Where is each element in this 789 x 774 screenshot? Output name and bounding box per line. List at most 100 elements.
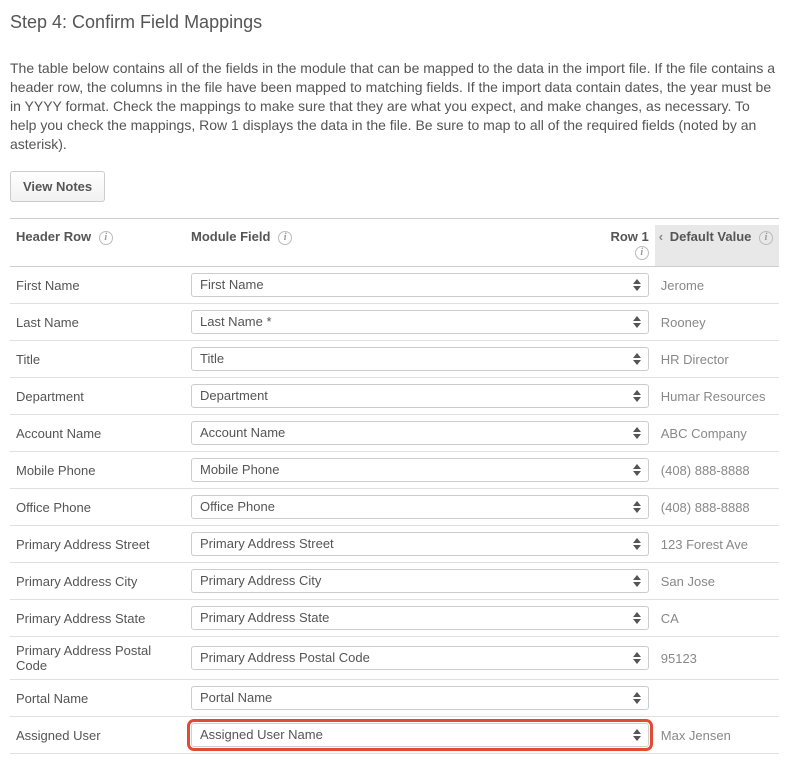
column-module-field-label: Module Field [191,229,270,244]
table-row: Account Name Account Name ABC Company [10,415,779,452]
header-row-value: Last Name [10,304,185,341]
row1-value: Jerome [655,267,779,304]
module-field-cell: Account Name [185,415,655,452]
stepper-icon [630,424,644,442]
stepper-icon [630,609,644,627]
table-row: Last Name Last Name * Rooney [10,304,779,341]
row1-value: Humar Resources [655,378,779,415]
stepper-icon [630,387,644,405]
module-field-select[interactable]: Assigned User Name [191,723,649,747]
row1-value: Rooney [655,304,779,341]
module-field-select[interactable]: First Name [191,273,649,297]
table-row: Portal Name Portal Name [10,680,779,717]
module-field-cell: Title [185,341,655,378]
table-header-row: Header Row i Module Field i Row 1 i ‹ De… [10,225,779,267]
header-row-value: Primary Address Postal Code [10,637,185,680]
divider [10,218,779,219]
chevron-left-icon: ‹ [659,229,663,244]
page-title: Step 4: Confirm Field Mappings [10,12,779,33]
row1-value: 123 Forest Ave [655,526,779,563]
column-header-row: Header Row i [10,225,185,267]
module-field-select-value: First Name [200,274,624,296]
stepper-icon [630,498,644,516]
module-field-select[interactable]: Office Phone [191,495,649,519]
module-field-select[interactable]: Title [191,347,649,371]
module-field-select[interactable]: Mobile Phone [191,458,649,482]
module-field-cell: Department [185,378,655,415]
table-row: Department Department Humar Resources [10,378,779,415]
view-notes-button[interactable]: View Notes [10,171,105,202]
intro-text: The table below contains all of the fiel… [10,59,779,153]
info-icon[interactable]: i [278,231,292,245]
row1-value: San Jose [655,563,779,600]
module-field-cell: Portal Name [185,680,655,717]
row1-value: HR Director [655,341,779,378]
module-field-select-value: Title [200,348,624,370]
header-row-value: Account Name [10,415,185,452]
header-row-value: Mobile Phone [10,452,185,489]
module-field-cell: Mobile Phone [185,452,655,489]
module-field-select-value: Mobile Phone [200,459,624,481]
table-row: Mobile PhoneMobile Phone(408) 888-8888 [10,452,779,489]
header-row-value: Office Phone [10,489,185,526]
header-row-value: Primary Address State [10,600,185,637]
table-row: First Name First Name Jerome [10,267,779,304]
header-row-value: Primary Address City [10,563,185,600]
info-icon[interactable]: i [99,231,113,245]
row1-value: ABC Company [655,415,779,452]
row1-value [655,680,779,717]
module-field-select[interactable]: Primary Address Postal Code [191,646,649,670]
stepper-icon [630,276,644,294]
module-field-select[interactable]: Primary Address Street [191,532,649,556]
module-field-select-value: Last Name * [200,311,624,333]
table-row: Primary Address Postal Code Primary Addre… [10,637,779,680]
module-field-cell: First Name [185,267,655,304]
header-row-value: Primary Address Street [10,526,185,563]
module-field-select[interactable]: Primary Address City [191,569,649,593]
module-field-select-value: Account Name [200,422,624,444]
module-field-select-value: Office Phone [200,496,624,518]
module-field-select[interactable]: Account Name [191,421,649,445]
info-icon[interactable]: i [759,231,773,245]
module-field-cell: Primary Address City [185,563,655,600]
module-field-select-value: Primary Address Street [200,533,624,555]
header-row-value: Portal Name [10,680,185,717]
header-row-value: First Name [10,267,185,304]
stepper-icon [630,535,644,553]
info-icon[interactable]: i [635,246,649,260]
module-field-select-value: Assigned User Name [200,724,624,746]
stepper-icon [630,649,644,667]
row1-value: (408) 888-8888 [655,489,779,526]
stepper-icon [630,350,644,368]
module-field-select-value: Portal Name [200,687,624,709]
module-field-cell: Office Phone [185,489,655,526]
table-row: Office Phone Office Phone (408) 888-8888 [10,489,779,526]
table-row: Primary Address Street Primary Address St… [10,526,779,563]
module-field-select[interactable]: Department [191,384,649,408]
module-field-select-value: Primary Address State [200,607,624,629]
stepper-icon [630,689,644,707]
column-module-field: Module Field i [185,225,510,267]
module-field-select-value: Department [200,385,624,407]
column-row1: Row 1 i [510,225,655,267]
table-row: Primary Address State Primary Address Sta… [10,600,779,637]
header-row-value: Department [10,378,185,415]
module-field-select-value: Primary Address City [200,570,624,592]
column-default-value-label: Default Value [670,229,752,244]
table-row: Primary Address City Primary Address City… [10,563,779,600]
column-header-row-label: Header Row [16,229,91,244]
module-field-select[interactable]: Portal Name [191,686,649,710]
module-field-select-value: Primary Address Postal Code [200,647,624,669]
column-default-value[interactable]: ‹ Default Value i [655,225,779,267]
stepper-icon [630,572,644,590]
column-row1-label: Row 1 [610,229,648,244]
module-field-select[interactable]: Primary Address State [191,606,649,630]
row1-value: 95123 [655,637,779,680]
module-field-select[interactable]: Last Name * [191,310,649,334]
stepper-icon [630,461,644,479]
field-mappings-table: Header Row i Module Field i Row 1 i ‹ De… [10,225,779,754]
module-field-cell: Primary Address Street [185,526,655,563]
module-field-cell: Primary Address State [185,600,655,637]
stepper-icon [630,726,644,744]
stepper-icon [630,313,644,331]
